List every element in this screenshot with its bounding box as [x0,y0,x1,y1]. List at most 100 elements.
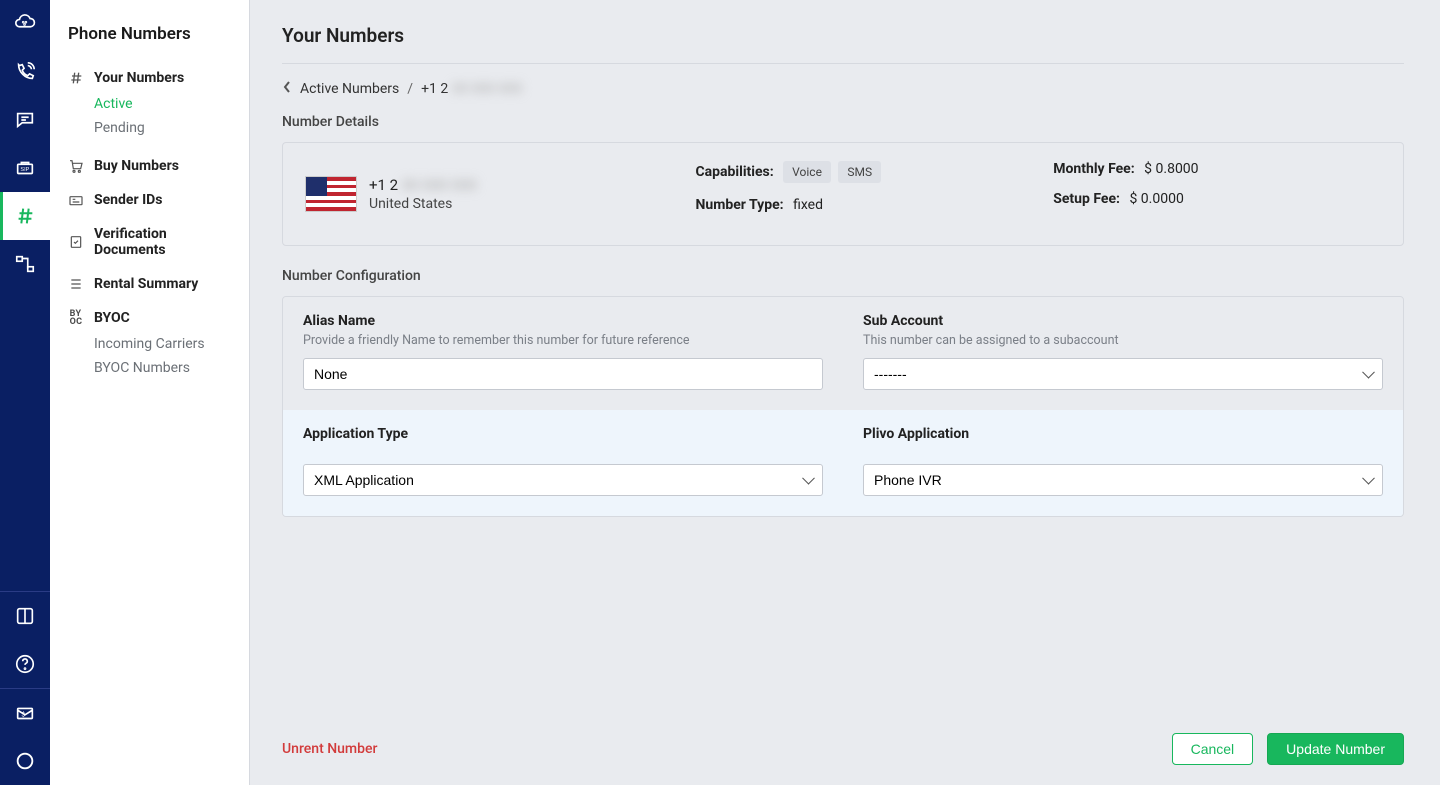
details-col-middle: Capabilities: Voice SMS Number Type: fix… [696,161,1024,227]
sidebar-label-verification: Verification Documents [94,226,231,258]
update-number-button[interactable]: Update Number [1267,733,1404,765]
breadcrumb-active-numbers[interactable]: Active Numbers [300,81,399,97]
config-row-bottom: Application Type Plivo Application [283,410,1403,516]
plivoapp-label: Plivo Application [863,426,1383,442]
alias-hint: Provide a friendly Name to remember this… [303,333,823,348]
cart-icon [68,158,84,174]
divider [282,63,1404,64]
svg-text:SIP: SIP [20,167,29,173]
breadcrumb-number-prefix: +1 2 [421,81,448,97]
help-icon [14,653,36,675]
subaccount-hint: This number can be assigned to a subacco… [863,333,1383,348]
sidebar-title: Phone Numbers [68,24,231,44]
setup-fee-row: Setup Fee: $ 0.0000 [1053,191,1381,207]
config-row-top: Alias Name Provide a friendly Name to re… [283,297,1403,410]
section-label-config: Number Configuration [282,268,1404,284]
apptype-cell: Application Type [283,410,843,516]
sidebar-label-rental: Rental Summary [94,276,198,292]
sidebar: Phone Numbers Your Numbers Active Pendin… [50,0,250,785]
sidebar-label-sender-ids: Sender IDs [94,192,162,208]
rail-sip[interactable]: SIP [0,144,50,192]
document-check-icon [68,234,84,250]
number-type-label: Number Type: [696,197,784,213]
setup-fee-label: Setup Fee: [1053,191,1120,207]
chevron-left-icon[interactable] [282,80,292,98]
hash-icon [68,70,84,86]
country-name: United States [369,196,477,212]
rail-phone-numbers[interactable] [0,192,50,240]
number-type-row: Number Type: fixed [696,197,1024,213]
rail-help[interactable] [0,640,50,688]
rail-home[interactable] [0,0,50,48]
details-col-left: +1 2 00 000 000 United States [305,161,666,227]
envelope-money-icon: $ [14,702,36,724]
svg-text:$: $ [21,711,25,719]
sidebar-group-byoc[interactable]: BYOC BYOC [68,310,231,326]
sidebar-item-buy-numbers[interactable]: Buy Numbers [68,158,231,174]
alias-input[interactable] [303,358,823,390]
flow-icon [14,253,36,275]
details-col-right: Monthly Fee: $ 0.8000 Setup Fee: $ 0.000… [1053,161,1381,227]
footer: Unrent Number Cancel Update Number [282,715,1404,765]
monthly-fee-label: Monthly Fee: [1053,161,1134,177]
subaccount-cell: Sub Account This number can be assigned … [843,297,1403,410]
capabilities-row: Capabilities: Voice SMS [696,161,1024,183]
sip-icon: SIP [14,157,36,179]
icon-rail: SIP $ [0,0,50,785]
book-icon [14,605,36,627]
sidebar-item-byoc-numbers[interactable]: BYOC Numbers [94,356,231,380]
sidebar-group-your-numbers[interactable]: Your Numbers [68,70,231,86]
number-config-card: Alias Name Provide a friendly Name to re… [282,296,1404,517]
number-details-card: +1 2 00 000 000 United States Capabiliti… [282,142,1404,246]
apptype-select[interactable] [303,464,823,496]
monthly-fee-value: $ 0.8000 [1144,161,1198,177]
byoc-icon: BYOC [68,310,84,326]
breadcrumb: Active Numbers / +1 2 00 000 000 [282,80,1404,98]
plivoapp-cell: Plivo Application [843,410,1403,516]
sidebar-item-verification[interactable]: Verification Documents [68,226,231,258]
subaccount-label: Sub Account [863,313,1383,329]
sidebar-label-buy-numbers: Buy Numbers [94,158,179,174]
sidebar-item-pending[interactable]: Pending [94,116,231,140]
sidebar-item-active[interactable]: Active [94,92,231,116]
alias-label: Alias Name [303,313,823,329]
cancel-button[interactable]: Cancel [1172,733,1254,765]
subaccount-select[interactable] [863,358,1383,390]
capability-voice-chip: Voice [783,161,831,183]
main-content: Your Numbers Active Numbers / +1 2 00 00… [250,0,1440,785]
plivoapp-select[interactable] [863,464,1383,496]
rail-network[interactable] [0,240,50,288]
breadcrumb-number: +1 2 00 000 000 [421,81,522,97]
number-type-value: fixed [793,197,823,213]
apptype-label: Application Type [303,426,823,442]
sidebar-item-rental[interactable]: Rental Summary [68,276,231,292]
phone-number-prefix: +1 2 [369,176,398,194]
rail-billing[interactable]: $ [0,689,50,737]
section-label-details: Number Details [282,114,1404,130]
breadcrumb-number-masked: 00 000 000 [452,81,522,97]
monthly-fee-row: Monthly Fee: $ 0.8000 [1053,161,1381,177]
us-flag-icon [305,176,357,212]
setup-fee-value: $ 0.0000 [1129,191,1183,207]
unrent-number-link[interactable]: Unrent Number [282,741,377,757]
list-icon [68,276,84,292]
hash-icon [14,205,36,227]
rail-docs[interactable] [0,592,50,640]
phone-number: +1 2 00 000 000 [369,176,477,194]
cloud-grid-icon [14,13,36,35]
rail-voice[interactable] [0,48,50,96]
capabilities-label: Capabilities: [696,164,774,180]
chat-icon [14,109,36,131]
phone-number-masked: 00 000 000 [402,176,477,194]
rail-messaging[interactable] [0,96,50,144]
circle-icon [14,750,36,772]
rail-account[interactable] [0,737,50,785]
sidebar-item-sender-ids[interactable]: Sender IDs [68,192,231,208]
page-title: Your Numbers [282,24,1404,47]
sidebar-label-byoc: BYOC [94,310,130,326]
alias-cell: Alias Name Provide a friendly Name to re… [283,297,843,410]
breadcrumb-separator: / [407,81,413,97]
sidebar-item-incoming-carriers[interactable]: Incoming Carriers [94,332,231,356]
phone-call-icon [14,61,36,83]
id-icon [68,192,84,208]
